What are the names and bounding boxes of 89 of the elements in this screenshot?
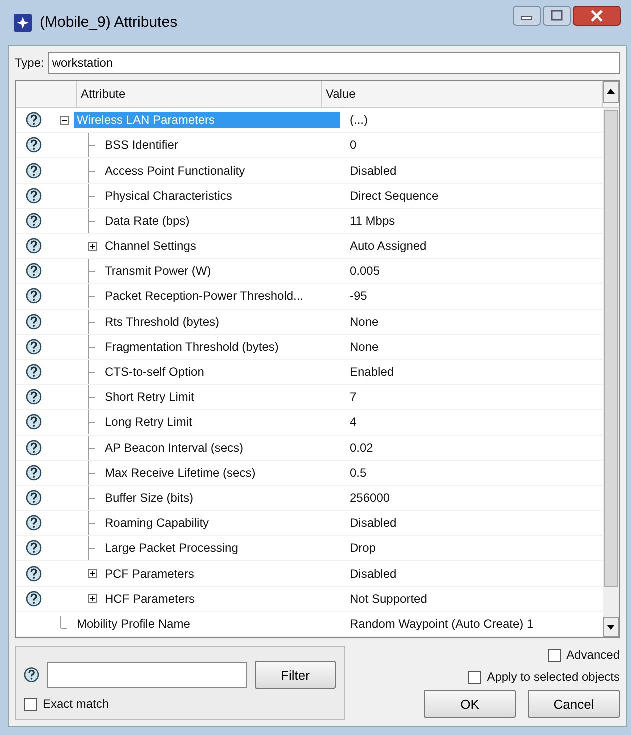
checkbox[interactable] (548, 648, 561, 662)
help-icon[interactable] (26, 490, 42, 506)
attribute-value[interactable]: -95 (340, 289, 603, 304)
help-icon[interactable] (26, 464, 42, 481)
attribute-value[interactable]: 256000 (340, 490, 603, 505)
type-label: Type: (15, 56, 44, 70)
attribute-name[interactable]: Buffer Size (bits) (102, 490, 196, 506)
help-icon[interactable] (26, 212, 42, 229)
attribute-name[interactable]: Rts Threshold (bytes) (102, 314, 222, 330)
help-icon[interactable] (26, 238, 42, 254)
attribute-value[interactable]: Disabled (340, 516, 603, 530)
tree-line (60, 616, 68, 628)
attribute-name[interactable]: Large Packet Processing (102, 540, 242, 556)
advanced-label[interactable]: Advanced (566, 648, 620, 662)
attribute-value[interactable]: Random Waypoint (Auto Create) 1 (340, 616, 603, 631)
attribute-value[interactable]: Auto Assigned (340, 239, 603, 254)
attribute-name[interactable]: Access Point Functionality (102, 162, 248, 179)
help-icon[interactable] (24, 666, 40, 684)
apply-label[interactable]: Apply to selected objects (487, 670, 620, 684)
checkbox[interactable] (468, 670, 482, 684)
help-icon[interactable] (26, 364, 42, 380)
help-icon[interactable] (26, 188, 42, 204)
attribute-value[interactable]: 0.02 (340, 440, 603, 455)
help-icon[interactable] (26, 566, 42, 582)
help-icon[interactable] (26, 162, 42, 179)
help-icon[interactable] (26, 590, 42, 607)
attribute-value[interactable]: 0 (340, 138, 603, 152)
help-icon[interactable] (26, 515, 42, 532)
attribute-value[interactable]: Not Supported (340, 592, 603, 606)
attribute-value[interactable]: Direct Sequence (340, 188, 603, 203)
scrollbar[interactable] (603, 108, 619, 637)
attribute-value[interactable]: 7 (340, 390, 603, 404)
help-icon[interactable] (26, 137, 42, 154)
help-icon[interactable] (26, 540, 42, 556)
filter-field[interactable] (47, 662, 247, 688)
attribute-value[interactable]: Enabled (340, 365, 603, 380)
attribute-name[interactable]: Mobility Profile Name (74, 616, 194, 632)
cancel-button[interactable]: Cancel (528, 690, 620, 718)
help-icon[interactable] (26, 263, 42, 280)
help-icon[interactable] (26, 112, 42, 128)
minimize-icon[interactable] (513, 6, 541, 26)
attribute-value[interactable]: Drop (340, 541, 603, 556)
expander-icon[interactable] (88, 594, 97, 604)
attribute-value[interactable]: Disabled (340, 164, 603, 178)
maximize-icon[interactable] (543, 6, 571, 26)
scroll-up-icon[interactable] (603, 81, 619, 104)
attribute-name[interactable]: Max Receive Lifetime (secs) (102, 464, 259, 481)
scroll-thumb[interactable] (604, 110, 618, 587)
attribute-name[interactable]: Roaming Capability (102, 515, 212, 532)
attribute-name[interactable]: Transmit Power (W) (102, 263, 214, 280)
attribute-name[interactable]: Channel Settings (102, 238, 200, 254)
filter-button[interactable]: Filter (254, 661, 336, 689)
attribute-name[interactable]: AP Beacon Interval (secs) (102, 440, 247, 456)
attribute-value[interactable]: 0.5 (340, 466, 603, 480)
help-icon[interactable] (26, 288, 42, 304)
close-icon[interactable] (573, 6, 621, 26)
attribute-value[interactable]: None (340, 314, 603, 329)
help-icon[interactable] (26, 440, 42, 456)
app-icon (14, 14, 32, 32)
expander-icon[interactable] (60, 116, 69, 125)
attribute-name[interactable]: Packet Reception-Power Threshold... (102, 288, 307, 304)
help-icon[interactable] (26, 389, 42, 406)
checkbox[interactable] (24, 698, 37, 710)
window-title: (Mobile_9) Attributes (40, 14, 178, 32)
expander-icon[interactable] (88, 242, 97, 251)
help-icon[interactable] (26, 314, 42, 330)
attribute-value[interactable]: (...) (340, 113, 603, 128)
ok-button[interactable]: OK (424, 690, 516, 718)
scroll-down-icon[interactable] (603, 617, 619, 637)
attribute-name[interactable]: Data Rate (bps) (102, 212, 193, 229)
attribute-value[interactable]: Disabled (340, 566, 603, 581)
attribute-name[interactable]: HCF Parameters (102, 590, 198, 607)
attribute-name[interactable]: Fragmentation Threshold (bytes) (102, 338, 282, 355)
attribute-name[interactable]: BSS Identifier (102, 137, 182, 154)
help-icon[interactable] (26, 338, 42, 355)
attribute-name[interactable]: CTS-to-self Option (102, 364, 208, 380)
attribute-value[interactable]: 4 (340, 415, 603, 430)
attribute-name[interactable]: PCF Parameters (102, 566, 198, 582)
attribute-value[interactable]: 0.005 (340, 264, 603, 278)
attribute-name[interactable]: Physical Characteristics (102, 188, 236, 204)
attribute-name[interactable]: Long Retry Limit (102, 414, 196, 430)
column-header[interactable]: Attribute (77, 81, 322, 108)
attribute-value[interactable]: None (340, 340, 603, 354)
attribute-name[interactable]: Short Retry Limit (102, 389, 198, 406)
expander-icon[interactable] (88, 569, 97, 578)
type-field[interactable]: workstation (48, 52, 620, 74)
attribute-value[interactable]: 11 Mbps (340, 214, 603, 228)
exact-match-label[interactable]: Exact match (43, 697, 110, 711)
help-icon[interactable] (26, 414, 42, 430)
